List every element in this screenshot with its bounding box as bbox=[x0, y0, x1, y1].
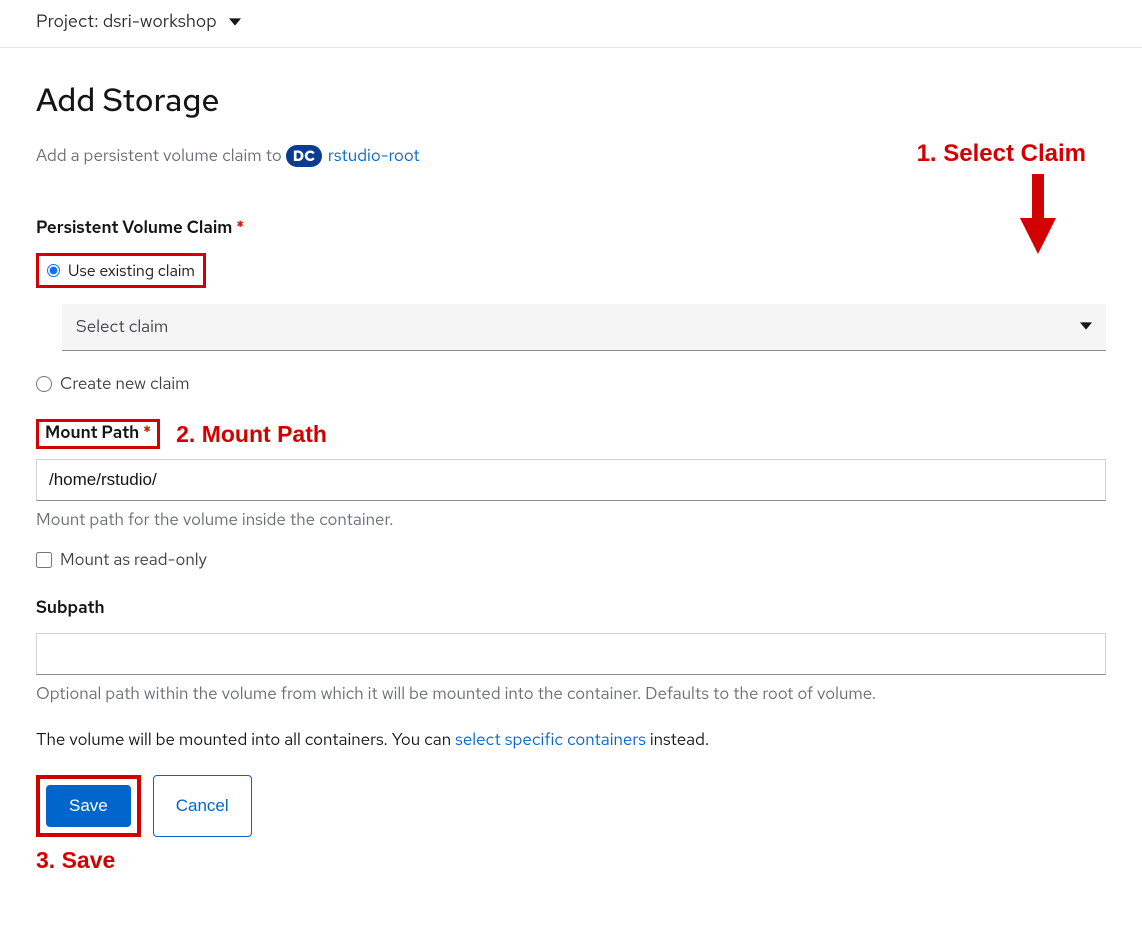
subtitle-prefix: Add a persistent volume claim to bbox=[36, 145, 282, 167]
radio-create-new-claim[interactable] bbox=[36, 376, 52, 392]
main-content: Add Storage Add a persistent volume clai… bbox=[0, 48, 1142, 904]
mount-readonly-checkbox[interactable] bbox=[36, 552, 52, 568]
target-resource-link[interactable]: rstudio-root bbox=[328, 145, 420, 167]
subpath-label: Subpath bbox=[36, 597, 105, 619]
chevron-down-icon bbox=[1080, 316, 1092, 338]
form-actions: Save Cancel bbox=[36, 775, 1106, 837]
subpath-help: Optional path within the volume from whi… bbox=[36, 683, 1106, 705]
pvc-section: Persistent Volume Claim * Use existing c… bbox=[36, 217, 1106, 395]
deployment-config-badge: DC bbox=[286, 145, 322, 167]
annotation-highlight-existing-claim: Use existing claim bbox=[36, 253, 206, 288]
cancel-button[interactable]: Cancel bbox=[153, 775, 252, 837]
annotation-select-claim: 1. Select Claim bbox=[917, 140, 1086, 168]
subpath-section: Subpath Optional path within the volume … bbox=[36, 597, 1106, 705]
claim-select-dropdown[interactable]: Select claim bbox=[62, 304, 1106, 351]
subpath-input[interactable] bbox=[36, 633, 1106, 675]
annotation-save: 3. Save bbox=[36, 847, 1106, 874]
radio-use-existing-claim-label[interactable]: Use existing claim bbox=[68, 260, 195, 281]
radio-use-existing-claim[interactable] bbox=[47, 264, 60, 277]
chevron-down-icon[interactable] bbox=[229, 16, 241, 28]
claim-select-placeholder: Select claim bbox=[76, 316, 168, 338]
annotation-mount-path: 2. Mount Path bbox=[176, 421, 327, 448]
radio-create-new-claim-label[interactable]: Create new claim bbox=[60, 373, 190, 395]
select-specific-containers-link[interactable]: select specific containers bbox=[455, 729, 646, 751]
project-selector-bar: Project: dsri-workshop bbox=[0, 0, 1142, 48]
annotation-highlight-mount-path: Mount Path * bbox=[36, 419, 160, 449]
project-selector[interactable]: Project: dsri-workshop bbox=[36, 10, 217, 33]
save-button[interactable]: Save bbox=[46, 785, 131, 827]
page-title: Add Storage bbox=[36, 78, 1106, 121]
mount-path-input[interactable] bbox=[36, 459, 1106, 501]
mount-path-help: Mount path for the volume inside the con… bbox=[36, 509, 1106, 531]
pvc-section-label: Persistent Volume Claim * bbox=[36, 217, 244, 239]
annotation-highlight-save: Save bbox=[36, 775, 141, 837]
mount-path-label: Mount Path * bbox=[45, 422, 151, 444]
mount-readonly-label[interactable]: Mount as read-only bbox=[60, 549, 207, 571]
mount-path-section: Mount Path * 2. Mount Path Mount path fo… bbox=[36, 419, 1106, 571]
annotation-arrow-down-icon bbox=[1020, 174, 1056, 259]
containers-mount-info: The volume will be mounted into all cont… bbox=[36, 729, 1106, 751]
